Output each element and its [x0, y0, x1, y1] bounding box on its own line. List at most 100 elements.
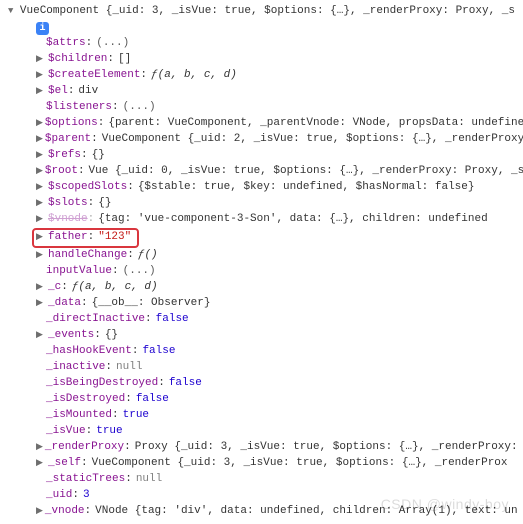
property-vnode-bottom[interactable]: ▶ _vnode: VNode {tag: 'div', data: undef…: [8, 504, 515, 520]
property-direct-inactive[interactable]: _directInactive: false: [8, 312, 515, 328]
chevron-right-icon[interactable]: ▶: [36, 231, 46, 244]
property-scoped-slots[interactable]: ▶ $scopedSlots: {$stable: true, $key: un…: [8, 180, 515, 196]
property-listeners[interactable]: $listeners: (...): [8, 100, 515, 116]
function-symbol: ƒ: [72, 280, 79, 296]
property-value: VueComponent {_uid: 3, _isVue: true, $op…: [92, 456, 508, 472]
property-value: {tag: 'vue-component-3-Son', data: {…}, …: [98, 212, 487, 228]
chevron-right-icon[interactable]: ▶: [36, 249, 46, 262]
property-value: {__ob__: Observer}: [92, 296, 211, 312]
chevron-right-icon[interactable]: ▶: [36, 281, 46, 294]
property-options[interactable]: ▶ $options: {parent: VueComponent, _pare…: [8, 116, 515, 132]
property-value: {}: [105, 328, 118, 344]
chevron-down-icon[interactable]: ▼: [8, 5, 18, 18]
chevron-right-icon[interactable]: ▶: [36, 213, 46, 226]
property-key: $listeners: [46, 100, 112, 116]
property-value: VNode {tag: 'div', data: undefined, chil…: [95, 504, 517, 520]
chevron-right-icon[interactable]: ▶: [36, 133, 43, 146]
chevron-right-icon[interactable]: ▶: [36, 117, 43, 130]
property-value: false: [142, 344, 175, 360]
property-value: true: [96, 424, 122, 440]
property-key: $attrs: [46, 36, 86, 52]
property-value: {}: [98, 196, 111, 212]
property-key: _vnode: [45, 504, 85, 520]
function-args: (a, b, c, d): [158, 68, 237, 84]
chevron-right-icon[interactable]: ▶: [36, 69, 46, 82]
property-vnode-top[interactable]: ▶ $vnode: {tag: 'vue-component-3-Son', d…: [8, 212, 515, 228]
property-key: handleChange: [48, 248, 127, 264]
property-static-trees[interactable]: _staticTrees: null: [8, 472, 515, 488]
property-value: null: [136, 472, 162, 488]
property-has-hook-event[interactable]: _hasHookEvent: false: [8, 344, 515, 360]
property-key: $createElement: [48, 68, 140, 84]
chevron-right-icon[interactable]: ▶: [36, 149, 46, 162]
property-key: $slots: [48, 196, 88, 212]
property-data[interactable]: ▶ _data: {__ob__: Observer}: [8, 296, 515, 312]
property-is-being-destroyed[interactable]: _isBeingDestroyed: false: [8, 376, 515, 392]
property-value: (...): [123, 264, 156, 280]
property-key: _isMounted: [46, 408, 112, 424]
property-key: _uid: [46, 488, 72, 504]
property-value: (...): [96, 36, 129, 52]
property-key: _self: [48, 456, 81, 472]
property-key: _renderProxy: [45, 440, 124, 456]
property-is-vue[interactable]: _isVue: true: [8, 424, 515, 440]
property-uid[interactable]: _uid: 3: [8, 488, 515, 504]
function-args: (): [144, 248, 157, 264]
property-key: $refs: [48, 148, 81, 164]
property-c[interactable]: ▶ _c: ƒ (a, b, c, d): [8, 280, 515, 296]
property-key: father: [48, 230, 88, 246]
chevron-right-icon[interactable]: ▶: [36, 53, 46, 66]
chevron-right-icon[interactable]: ▶: [36, 441, 43, 454]
object-summary: VueComponent {_uid: 3, _isVue: true, $op…: [20, 4, 515, 20]
chevron-right-icon[interactable]: ▶: [36, 181, 46, 194]
chevron-right-icon[interactable]: ▶: [36, 457, 46, 470]
property-value: false: [156, 312, 189, 328]
property-key: _isVue: [46, 424, 86, 440]
property-el[interactable]: ▶ $el: div: [8, 84, 515, 100]
highlight-box: ▶ father: "123": [32, 228, 139, 248]
property-key: _data: [48, 296, 81, 312]
property-key: $vnode: [48, 212, 88, 228]
property-attrs[interactable]: $attrs: (...): [8, 36, 515, 52]
property-key: _isDestroyed: [46, 392, 125, 408]
object-header[interactable]: ▼ VueComponent {_uid: 3, _isVue: true, $…: [8, 4, 515, 20]
property-children[interactable]: ▶ $children: []: [8, 52, 515, 68]
property-key: $el: [48, 84, 68, 100]
property-value: false: [136, 392, 169, 408]
property-self[interactable]: ▶ _self: VueComponent {_uid: 3, _isVue: …: [8, 456, 515, 472]
property-value: (...): [123, 100, 156, 116]
property-key: _hasHookEvent: [46, 344, 132, 360]
property-root[interactable]: ▶ $root: Vue {_uid: 0, _isVue: true, $op…: [8, 164, 515, 180]
property-handle-change[interactable]: ▶ handleChange: ƒ (): [8, 248, 515, 264]
chevron-right-icon[interactable]: ▶: [36, 297, 46, 310]
property-father-row[interactable]: ▶ father: "123": [8, 228, 515, 248]
chevron-right-icon[interactable]: ▶: [36, 329, 46, 342]
chevron-right-icon[interactable]: ▶: [36, 197, 46, 210]
chevron-right-icon[interactable]: ▶: [36, 165, 43, 178]
property-input-value[interactable]: inputValue: (...): [8, 264, 515, 280]
property-slots[interactable]: ▶ $slots: {}: [8, 196, 515, 212]
function-symbol: ƒ: [151, 68, 158, 84]
property-is-destroyed[interactable]: _isDestroyed: false: [8, 392, 515, 408]
property-value: []: [118, 52, 131, 68]
property-value: false: [169, 376, 202, 392]
property-refs[interactable]: ▶ $refs: {}: [8, 148, 515, 164]
property-value: Vue {_uid: 0, _isVue: true, $options: {……: [89, 164, 523, 180]
property-key: _inactive: [46, 360, 105, 376]
property-events[interactable]: ▶ _events: {}: [8, 328, 515, 344]
property-value: {$stable: true, $key: undefined, $hasNor…: [138, 180, 475, 196]
property-value: div: [78, 84, 98, 100]
property-inactive[interactable]: _inactive: null: [8, 360, 515, 376]
info-icon[interactable]: i: [36, 22, 49, 35]
property-key: $options: [45, 116, 98, 132]
chevron-right-icon[interactable]: ▶: [36, 85, 46, 98]
property-parent[interactable]: ▶ $parent: VueComponent {_uid: 2, _isVue…: [8, 132, 515, 148]
property-value: "123": [98, 230, 131, 246]
property-key: $scopedSlots: [48, 180, 127, 196]
property-key: _directInactive: [46, 312, 145, 328]
property-create-element[interactable]: ▶ $createElement: ƒ (a, b, c, d): [8, 68, 515, 84]
chevron-right-icon[interactable]: ▶: [36, 505, 43, 518]
property-key: $root: [45, 164, 78, 180]
property-is-mounted[interactable]: _isMounted: true: [8, 408, 515, 424]
property-render-proxy[interactable]: ▶ _renderProxy: Proxy {_uid: 3, _isVue: …: [8, 440, 515, 456]
